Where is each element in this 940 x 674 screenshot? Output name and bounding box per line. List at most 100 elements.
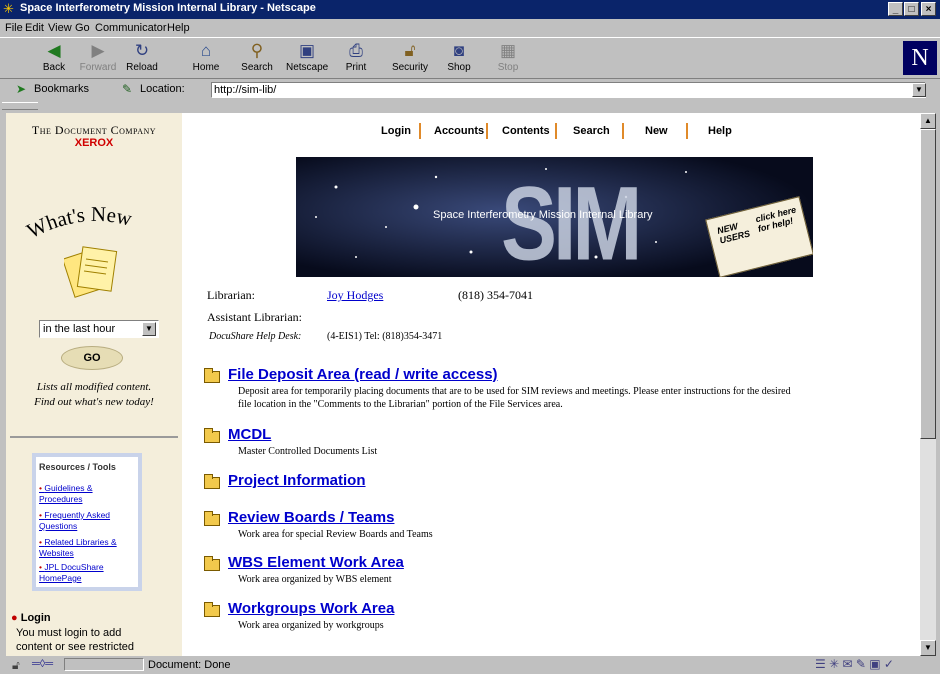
location-url-input[interactable]: http://sim-lib/ (211, 82, 926, 98)
folder-link-file-deposit[interactable]: File Deposit Area (read / write access) (228, 366, 498, 383)
documents-icon (64, 246, 118, 298)
nav-separator (622, 123, 624, 139)
librarian-link[interactable]: Joy Hodges (327, 288, 383, 303)
toolbar-collapse-strip[interactable] (0, 101, 940, 113)
login-note-line2: content or see restricted (16, 641, 135, 653)
resource-link-related-libraries[interactable]: • Related Libraries & Websites (39, 537, 137, 559)
netscape-portal-icon: ▣ (298, 41, 316, 60)
netscape-logo: N (903, 41, 937, 75)
search-icon: ⚲ (250, 41, 264, 60)
nav-search[interactable]: Search (573, 125, 610, 137)
navigation-toolbar: ◀ Back ▶ Forward ↻ Reload ⌂ Home ⚲ Search ▣ Ne… (0, 37, 940, 79)
nav-accounts[interactable]: Accounts (434, 125, 484, 137)
print-button[interactable]: ⎙ Print (335, 40, 377, 73)
nav-contents[interactable]: Contents (502, 125, 550, 137)
folder-desc-file-deposit-2: file location in the "Comments to the Li… (238, 399, 563, 410)
nav-new[interactable]: New (645, 125, 668, 137)
home-icon: ⌂ (200, 41, 212, 60)
stop-button[interactable]: ▦ Stop (487, 40, 529, 73)
reload-button[interactable]: ↻ Reload (121, 40, 163, 73)
folder-icon (204, 602, 220, 617)
folder-link-project-information[interactable]: Project Information (228, 472, 366, 489)
status-text: Document: Done (148, 659, 231, 671)
modified-content-text: Lists all modified content. (36, 381, 152, 393)
shop-button[interactable]: ◙ Shop (438, 40, 480, 73)
login-heading: ● Login (11, 612, 51, 624)
folder-icon (204, 511, 220, 526)
back-button[interactable]: ◀ Back (33, 40, 75, 73)
security-button[interactable]: 🔓︎ Security (389, 40, 431, 73)
whats-new-heading: What's New (23, 202, 135, 243)
select-arrow-icon: ▼ (142, 322, 156, 336)
vertical-scrollbar[interactable]: ▲ ▼ (920, 113, 936, 656)
folder-link-mcdl[interactable]: MCDL (228, 426, 271, 443)
xerox-logo: XEROX (74, 137, 114, 149)
netscape-app-icon: ✳ (3, 1, 14, 16)
back-arrow-icon: ◀ (47, 41, 61, 60)
menu-file[interactable]: File (5, 22, 23, 34)
scroll-thumb[interactable] (920, 129, 936, 439)
location-toolbar: ➤ Bookmarks ✎ Location: http://sim-lib/ … (0, 79, 940, 101)
minimize-button[interactable]: _ (888, 2, 903, 16)
stop-icon: ▦ (499, 41, 517, 60)
scroll-down-arrow-icon[interactable]: ▼ (920, 640, 936, 656)
reload-icon: ↻ (134, 41, 150, 60)
folder-icon (204, 428, 220, 443)
window-title: Space Interferometry Mission Internal Li… (20, 2, 316, 14)
helpdesk-info: (4-EIS1) Tel: (818)354-3471 (327, 331, 443, 342)
period-select[interactable]: in the last hour ▼ (39, 320, 159, 338)
page-content: The Document Company XEROX What's New in… (6, 113, 920, 656)
maximize-button[interactable]: □ (904, 2, 919, 16)
scroll-up-arrow-icon[interactable]: ▲ (920, 113, 936, 129)
go-button[interactable]: GO (61, 346, 123, 370)
netscape-button[interactable]: ▣ Netscape (286, 40, 328, 73)
login-note-line1: You must login to add (16, 627, 122, 639)
search-button[interactable]: ⚲ Search (236, 40, 278, 73)
svg-text:What's New: What's New (23, 202, 135, 243)
folder-link-review-boards[interactable]: Review Boards / Teams (228, 509, 394, 526)
nav-help[interactable]: Help (708, 125, 732, 137)
security-status-icon[interactable]: 🔓︎ (12, 658, 20, 673)
resource-link-guidelines[interactable]: • Guidelines & Procedures (39, 483, 137, 505)
nav-separator (686, 123, 688, 139)
progress-bar (64, 658, 144, 671)
resource-link-jpl-docushare[interactable]: • JPL DocuShare HomePage (39, 562, 137, 584)
printer-icon: ⎙ (349, 41, 363, 60)
forward-button[interactable]: ▶ Forward (77, 40, 119, 73)
menu-help[interactable]: Help (167, 22, 190, 34)
resources-title: Resources / Tools (39, 462, 116, 472)
librarian-label: Librarian: (207, 288, 255, 302)
menu-go[interactable]: Go (75, 22, 90, 34)
sidebar: The Document Company XEROX What's New in… (6, 113, 182, 656)
nav-separator (486, 123, 488, 139)
menu-bar: File Edit View Go Communicator Help (0, 19, 940, 37)
menu-communicator[interactable]: Communicator (95, 22, 167, 34)
folder-link-wbs-element[interactable]: WBS Element Work Area (228, 554, 404, 571)
banner-caption: Space Interferometry Mission Internal Li… (433, 209, 653, 221)
menu-view[interactable]: View (48, 22, 72, 34)
folder-desc-review-boards: Work area for special Review Boards and … (238, 529, 433, 540)
folder-link-workgroups[interactable]: Workgroups Work Area (228, 600, 394, 617)
nav-separator (419, 123, 421, 139)
lock-icon: 🔓︎ (404, 41, 416, 60)
location-dropdown-button[interactable]: ▼ (912, 83, 926, 97)
collapse-tab[interactable] (2, 102, 38, 110)
page-proxy-icon[interactable]: ✎ (122, 82, 132, 96)
company-name: The Document Company (31, 123, 157, 137)
folder-desc-workgroups: Work area organized by workgroups (238, 620, 384, 631)
sidebar-divider (10, 436, 178, 438)
nav-login[interactable]: Login (381, 125, 411, 137)
shopping-bag-icon: ◙ (453, 41, 465, 60)
folder-desc-mcdl: Master Controlled Documents List (238, 446, 378, 457)
resource-link-faq[interactable]: • Frequently Asked Questions (39, 510, 137, 532)
close-button[interactable]: × (921, 2, 936, 16)
resources-box: Resources / Tools • Guidelines & Procedu… (32, 453, 142, 591)
home-button[interactable]: ⌂ Home (185, 40, 227, 73)
component-bar-icons[interactable]: ☰ ✳ ✉ ✎ ▣ ✓ (815, 657, 894, 671)
title-bar: ✳ Space Interferometry Mission Internal … (0, 0, 940, 19)
location-label: Location: (140, 83, 185, 95)
nav-separator (555, 123, 557, 139)
menu-edit[interactable]: Edit (25, 22, 44, 34)
librarian-phone: (818) 354-7041 (458, 288, 533, 302)
bookmarks-button[interactable]: Bookmarks (34, 83, 89, 95)
